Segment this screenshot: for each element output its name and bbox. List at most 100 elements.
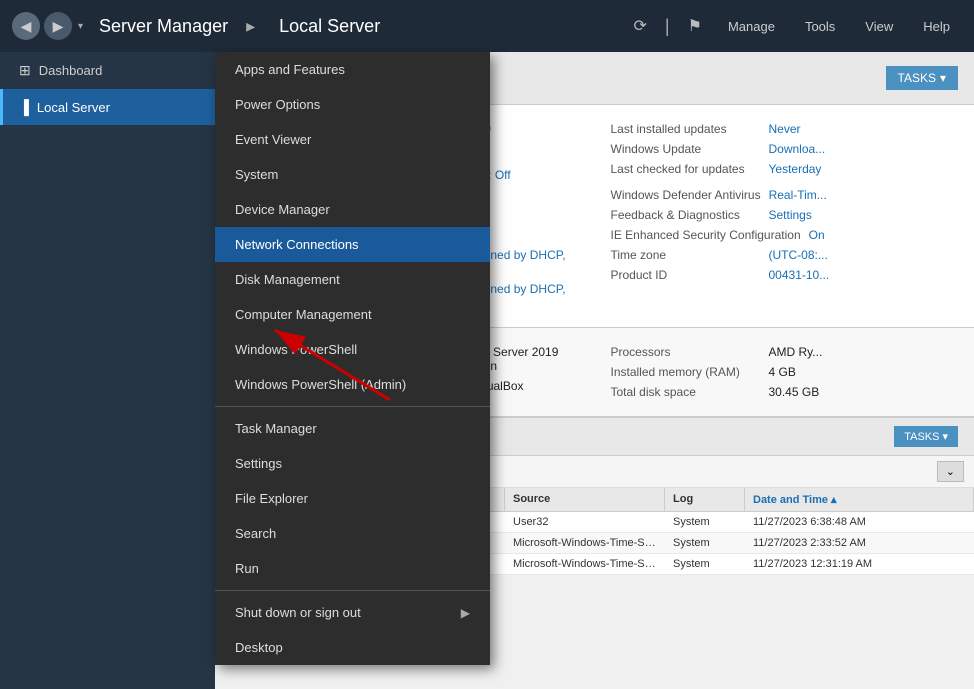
windows-update-value[interactable]: Downloa... xyxy=(769,142,826,156)
refresh-icon[interactable]: ⟳ xyxy=(626,12,655,40)
tools-menu[interactable]: Tools xyxy=(793,13,847,40)
menu-item-event-viewer[interactable]: Event Viewer xyxy=(215,122,490,157)
prop-label: Product ID xyxy=(611,268,761,282)
menu-label: Disk Management xyxy=(235,272,340,287)
menu-label: Run xyxy=(235,561,259,576)
properties-tasks-button[interactable]: TASKS ▾ xyxy=(886,66,959,90)
menu-label: Task Manager xyxy=(235,421,317,436)
menu-label: Windows PowerShell (Admin) xyxy=(235,377,406,392)
nav-buttons: ◀ ▶ ▾ xyxy=(12,12,83,40)
menu-item-task-manager[interactable]: Task Manager xyxy=(215,411,490,446)
prop-label: Feedback & Diagnostics xyxy=(611,208,761,222)
prop-row: Windows Update Downloa... xyxy=(611,139,959,159)
menu-label: Computer Management xyxy=(235,307,372,322)
prop-row: Windows Defender Antivirus Real-Tim... xyxy=(611,185,959,205)
dashboard-icon: ⊞ xyxy=(19,62,31,79)
view-menu[interactable]: View xyxy=(853,13,905,40)
manage-menu[interactable]: Manage xyxy=(716,13,787,40)
prop-label: Windows Update xyxy=(611,142,761,156)
cell-source: Microsoft-Windows-Time-Service xyxy=(505,533,665,553)
menu-divider xyxy=(215,406,490,407)
prop-row: IE Enhanced Security Configuration On xyxy=(611,225,959,245)
disk-value: 30.45 GB xyxy=(769,385,820,399)
menu-label: Event Viewer xyxy=(235,132,311,147)
col-datetime[interactable]: Date and Time ▴ xyxy=(745,488,974,511)
menu-item-search[interactable]: Search xyxy=(215,516,490,551)
sidebar-item-label-local-server: Local Server xyxy=(37,100,110,115)
cell-source: Microsoft-Windows-Time-Service xyxy=(505,554,665,574)
cell-log: System xyxy=(665,512,745,532)
cell-source: User32 xyxy=(505,512,665,532)
menu-item-settings[interactable]: Settings xyxy=(215,446,490,481)
prop-label: Processors xyxy=(611,345,761,359)
menu-item-system[interactable]: System xyxy=(215,157,490,192)
product-id-value[interactable]: 00431-10... xyxy=(769,268,830,282)
prop-row: Installed memory (RAM) 4 GB xyxy=(611,362,959,382)
menu-item-run[interactable]: Run xyxy=(215,551,490,586)
sidebar-item-local-server[interactable]: ▐ Local Server xyxy=(0,89,215,125)
menu-item-apps-features[interactable]: Apps and Features xyxy=(215,52,490,87)
prop-label: Last checked for updates xyxy=(611,162,761,176)
cell-log: System xyxy=(665,533,745,553)
submenu-arrow: ▶ xyxy=(461,606,470,620)
feedback-value[interactable]: Settings xyxy=(769,208,812,222)
prop-label: Time zone xyxy=(611,248,761,262)
menu-item-device-manager[interactable]: Device Manager xyxy=(215,192,490,227)
prop-label: Windows Defender Antivirus xyxy=(611,188,761,202)
ram-value: 4 GB xyxy=(769,365,796,379)
sidebar: ⊞ Dashboard ▐ Local Server xyxy=(0,52,215,689)
menu-label: Apps and Features xyxy=(235,62,345,77)
nav-dropdown-arrow[interactable]: ▾ xyxy=(78,21,83,32)
antivirus-value[interactable]: Real-Tim... xyxy=(769,188,827,202)
events-tasks-button[interactable]: TASKS ▾ xyxy=(894,426,958,447)
back-button[interactable]: ◀ xyxy=(12,12,40,40)
prop-label: Installed memory (RAM) xyxy=(611,365,761,379)
menu-item-computer-management[interactable]: Computer Management xyxy=(215,297,490,332)
menu-item-powershell-admin[interactable]: Windows PowerShell (Admin) xyxy=(215,367,490,402)
menu-item-powershell[interactable]: Windows PowerShell xyxy=(215,332,490,367)
processors-value: AMD Ry... xyxy=(769,345,823,359)
menu-item-disk-management[interactable]: Disk Management xyxy=(215,262,490,297)
menu-label: Windows PowerShell xyxy=(235,342,357,357)
menu-label: Device Manager xyxy=(235,202,330,217)
menu-item-desktop[interactable]: Desktop xyxy=(215,630,490,665)
cell-datetime: 11/27/2023 12:31:19 AM xyxy=(745,554,974,574)
flag-icon[interactable]: ⚑ xyxy=(680,12,710,40)
sys-right-section: Processors AMD Ry... Installed memory (R… xyxy=(595,334,974,410)
menu-label: Shut down or sign out xyxy=(235,605,361,620)
prop-row: Total disk space 30.45 GB xyxy=(611,382,959,402)
tasks-label: TASKS xyxy=(898,71,936,85)
prop-label: Total disk space xyxy=(611,385,761,399)
prop-row: Feedback & Diagnostics Settings xyxy=(611,205,959,225)
separator-bar: | xyxy=(665,16,670,37)
menu-label: File Explorer xyxy=(235,491,308,506)
menu-item-network-connections[interactable]: Network Connections xyxy=(215,227,490,262)
menu-item-file-explorer[interactable]: File Explorer xyxy=(215,481,490,516)
prop-row: Time zone (UTC-08:... xyxy=(611,245,959,265)
menu-item-shutdown[interactable]: Shut down or sign out ▶ xyxy=(215,595,490,630)
app-title: Server Manager xyxy=(99,16,228,37)
last-updates-value[interactable]: Never xyxy=(769,122,801,136)
menu-label: Settings xyxy=(235,456,282,471)
prop-row: Processors AMD Ry... xyxy=(611,342,959,362)
expand-button[interactable]: ⌄ xyxy=(937,461,964,482)
last-checked-value[interactable]: Yesterday xyxy=(769,162,822,176)
sidebar-item-dashboard[interactable]: ⊞ Dashboard xyxy=(0,52,215,89)
timezone-value[interactable]: (UTC-08:... xyxy=(769,248,828,262)
context-menu: Apps and Features Power Options Event Vi… xyxy=(215,52,490,665)
prop-right-section: Last installed updates Never Windows Upd… xyxy=(595,111,974,321)
menu-label: System xyxy=(235,167,278,182)
cell-datetime: 11/27/2023 2:33:52 AM xyxy=(745,533,974,553)
menu-item-power-options[interactable]: Power Options xyxy=(215,87,490,122)
title-separator: ▸ xyxy=(246,16,255,37)
tasks-arrow: ▾ xyxy=(940,71,946,85)
ie-security-value[interactable]: On xyxy=(809,228,825,242)
forward-button[interactable]: ▶ xyxy=(44,12,72,40)
help-menu[interactable]: Help xyxy=(911,13,962,40)
menu-label: Network Connections xyxy=(235,237,359,252)
local-server-icon: ▐ xyxy=(19,99,29,115)
col-source: Source xyxy=(505,488,665,511)
menu-divider xyxy=(215,590,490,591)
title-bar: ◀ ▶ ▾ Server Manager ▸ Local Server ⟳ | … xyxy=(0,0,974,52)
col-log: Log xyxy=(665,488,745,511)
